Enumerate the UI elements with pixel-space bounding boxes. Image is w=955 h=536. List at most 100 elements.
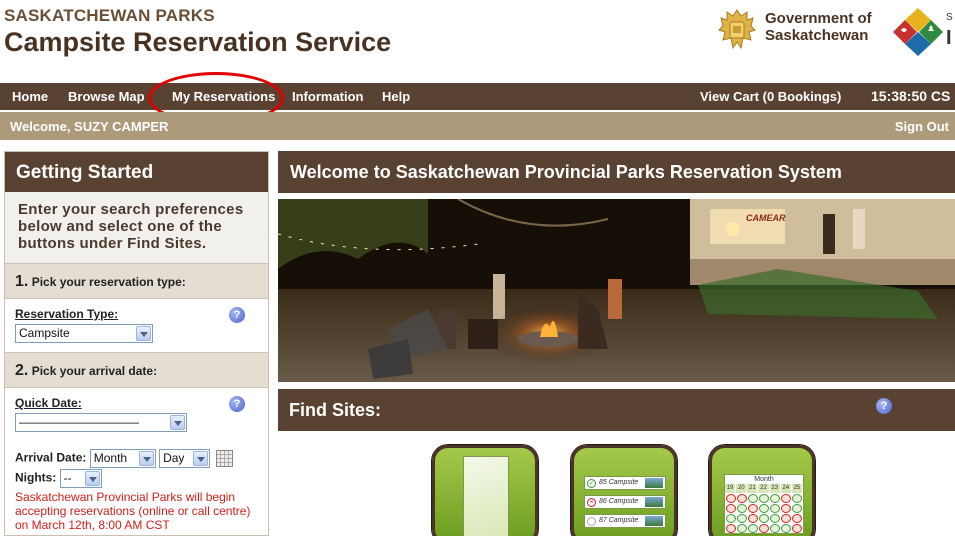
available-icon xyxy=(759,494,769,503)
find-sites-help-icon[interactable]: ? xyxy=(876,398,892,414)
calendar-day-number: 19 xyxy=(725,484,737,493)
unavailable-icon xyxy=(781,514,791,523)
unavailable-icon: × xyxy=(587,498,596,507)
list-row: 87 Campsite xyxy=(584,514,666,528)
list-row-label: 86 Campsite xyxy=(599,498,639,505)
campsite-hero-image: CAMEAR xyxy=(278,199,955,382)
arrival-date-field: Quick Date: ? —————————— Arrival Date: M… xyxy=(5,388,268,535)
welcome-bar: Welcome, SUZY CAMPER Sign Out xyxy=(0,112,955,140)
campsite-thumbnail-icon xyxy=(645,478,663,488)
parks-logo-text-cut: S xyxy=(946,12,953,23)
intro-text: Enter your search preferences below and … xyxy=(18,201,244,252)
brand-title[interactable]: Campsite Reservation Service xyxy=(4,27,391,58)
find-by-list-button[interactable]: ✓ 85 Campsite × 86 Campsite 87 Campsite xyxy=(571,445,677,536)
available-icon xyxy=(737,524,747,533)
nav-help[interactable]: Help xyxy=(382,89,410,104)
map-icon xyxy=(463,456,509,536)
available-icon xyxy=(781,524,791,533)
step-1-text: Pick your reservation type: xyxy=(31,275,186,289)
available-icon xyxy=(748,524,758,533)
calendar-day-number: 25 xyxy=(791,484,803,493)
available-icon: ✓ xyxy=(587,479,596,488)
campsite-thumbnail-icon xyxy=(645,516,663,526)
available-icon xyxy=(759,504,769,513)
reservation-type-help-icon[interactable]: ? xyxy=(229,307,245,323)
reservation-type-select[interactable]: Campsite xyxy=(15,324,153,343)
nights-label: Nights: xyxy=(15,470,57,485)
calendar-availability-grid xyxy=(725,493,803,534)
unavailable-icon xyxy=(726,494,736,503)
unavailable-icon xyxy=(792,524,802,533)
list-row: ✓ 85 Campsite xyxy=(584,476,666,490)
welcome-heading: Welcome to Saskatchewan Provincial Parks… xyxy=(278,151,955,193)
list-row-label: 85 Campsite xyxy=(599,479,639,486)
day-select[interactable]: Day xyxy=(159,449,211,468)
calendar-grid-icon: Month 19 20 21 22 23 24 25 xyxy=(724,474,804,534)
available-icon xyxy=(792,494,802,503)
view-cart-link[interactable]: View Cart (0 Bookings) xyxy=(700,89,841,104)
sask-parks-logo-icon[interactable] xyxy=(891,6,945,58)
unavailable-icon xyxy=(748,514,758,523)
calendar-day-number: 24 xyxy=(780,484,792,493)
unavailable-icon xyxy=(748,504,758,513)
nav-my-reservations[interactable]: My Reservations xyxy=(172,89,275,104)
month-select[interactable]: Month xyxy=(89,449,156,468)
step-2-number: 2. xyxy=(15,362,29,379)
step-2-text: Pick your arrival date: xyxy=(31,364,158,378)
step-1-number: 1. xyxy=(15,273,29,290)
arrival-date-label: Arrival Date: xyxy=(15,450,87,465)
nights-row: Nights: -- xyxy=(15,469,258,488)
saskatchewan-crest-icon xyxy=(718,9,756,50)
unavailable-icon xyxy=(781,504,791,513)
government-logo-text[interactable]: Government of Saskatchewan xyxy=(765,10,872,44)
quick-date-select[interactable]: —————————— xyxy=(15,413,187,432)
step-1-heading: 1. Pick your reservation type: xyxy=(5,263,268,299)
brand-subtitle: SASKATCHEWAN PARKS xyxy=(4,6,215,25)
chevron-down-icon xyxy=(84,471,100,486)
reservation-type-value: Campsite xyxy=(19,326,70,340)
sign-out-link[interactable]: Sign Out xyxy=(895,119,949,134)
available-icon xyxy=(770,504,780,513)
getting-started-panel: Getting Started Enter your search prefer… xyxy=(4,151,269,536)
nav-information[interactable]: Information xyxy=(292,89,364,104)
unavailable-icon xyxy=(792,514,802,523)
nav-home[interactable]: Home xyxy=(12,89,48,104)
step-2-heading: 2. Pick your arrival date: xyxy=(5,352,268,388)
chevron-down-icon xyxy=(170,415,185,430)
find-by-calendar-button[interactable]: Month 19 20 21 22 23 24 25 xyxy=(709,445,815,536)
available-icon xyxy=(748,494,758,503)
welcome-text: Welcome, SUZY CAMPER xyxy=(10,119,169,134)
getting-started-title: Getting Started xyxy=(5,152,268,192)
unavailable-icon xyxy=(726,524,736,533)
arrival-date-row: Arrival Date: Month Day xyxy=(15,449,258,468)
gov-line-1: Government of xyxy=(765,10,872,27)
quick-date-label: Quick Date: xyxy=(15,396,82,410)
unavailable-icon xyxy=(726,504,736,513)
calendar-icon[interactable] xyxy=(216,450,234,467)
available-icon xyxy=(759,514,769,523)
status-icon xyxy=(587,517,596,526)
chevron-down-icon xyxy=(138,451,154,466)
chevron-down-icon xyxy=(193,451,209,466)
gov-line-2: Saskatchewan xyxy=(765,27,869,44)
available-icon xyxy=(726,514,736,523)
nights-value: -- xyxy=(63,471,72,485)
main-navigation: Home Browse Map My Reservations Informat… xyxy=(0,83,955,110)
available-icon xyxy=(737,504,747,513)
clock: 15:38:50 CS xyxy=(871,88,951,104)
unavailable-icon xyxy=(759,524,769,533)
reservation-type-field: Reservation Type: ? Campsite xyxy=(5,299,268,352)
parks-logo-text-cut-large: I xyxy=(946,27,952,49)
nav-browse-map[interactable]: Browse Map xyxy=(68,89,145,104)
quick-date-value: —————————— xyxy=(19,415,139,429)
available-icon xyxy=(792,504,802,513)
find-by-map-button[interactable] xyxy=(432,445,538,536)
quick-date-help-icon[interactable]: ? xyxy=(229,396,245,412)
nights-select[interactable]: -- xyxy=(59,469,102,488)
find-sites-heading: Find Sites: xyxy=(278,389,955,431)
calendar-day-number: 23 xyxy=(769,484,781,493)
unavailable-icon xyxy=(781,494,791,503)
month-value: Month xyxy=(93,451,128,465)
available-icon xyxy=(770,524,780,533)
list-row: × 86 Campsite xyxy=(584,495,666,509)
